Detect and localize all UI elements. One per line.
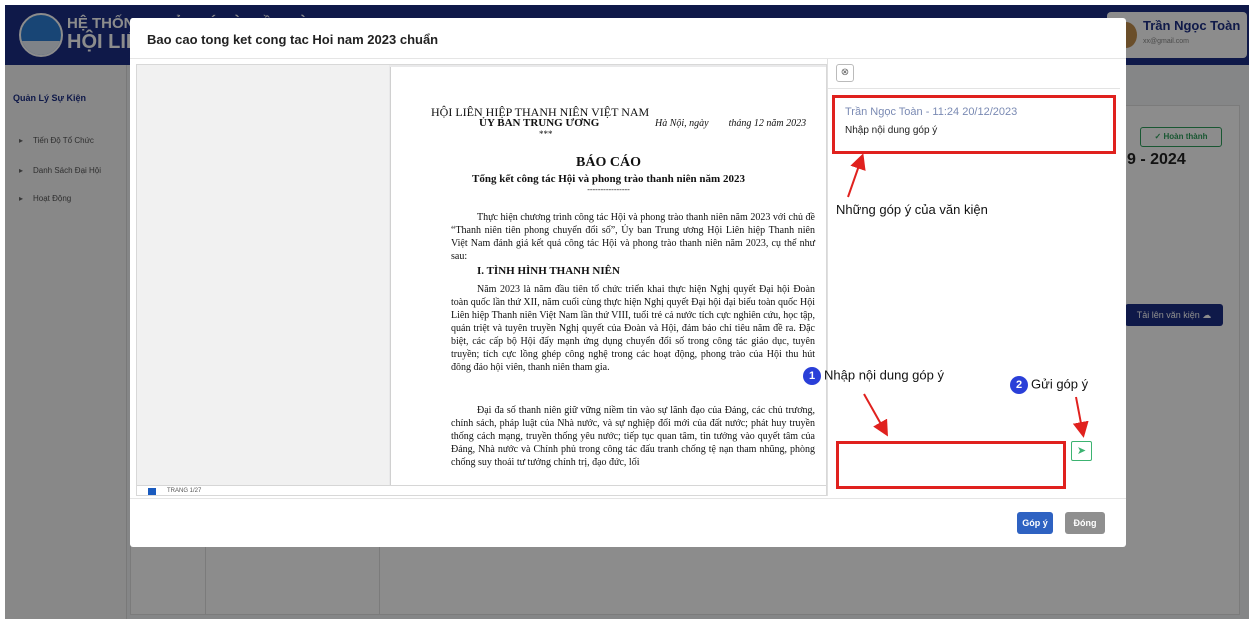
annotation-comments-note: Những góp ý của văn kiện xyxy=(836,202,988,217)
doc-heading-1: I. TÌNH HÌNH THANH NIÊN xyxy=(477,265,620,277)
comments-panel: ⊗ Trần Ngọc Toàn - 11:24 20/12/2023 Nhập… xyxy=(827,59,1120,496)
annotation-step2: 2 Gửi góp ý xyxy=(1010,376,1088,394)
step1-badge: 1 xyxy=(803,367,821,385)
doc-title: BÁO CÁO xyxy=(576,155,641,170)
divider xyxy=(130,498,1126,499)
comment-modal: Bao cao tong ket cong tac Hoi nam 2023 c… xyxy=(130,18,1126,547)
doc-org-line2: ỦY BAN TRUNG ƯƠNG xyxy=(479,117,600,129)
submit-comment-button[interactable]: Góp ý xyxy=(1017,512,1053,534)
comment-author-time: Trần Ngọc Toàn - 11:24 20/12/2023 xyxy=(845,106,1018,118)
doc-paragraph-1: Thực hiện chương trình công tác Hội và p… xyxy=(451,212,815,262)
viewer-footer: TRANG 1/27 xyxy=(137,485,826,495)
doc-stars: *** xyxy=(539,129,553,139)
document-viewer[interactable]: HỘI LIÊN HIỆP THANH NIÊN VIỆT NAM ỦY BAN… xyxy=(136,64,827,496)
comment-text: Nhập nội dung góp ý xyxy=(845,125,938,136)
doc-paragraph-3: Đại đa số thanh niên giữ vững niềm tin v… xyxy=(451,405,815,468)
page-indicator: TRANG 1/27 xyxy=(167,488,202,494)
divider xyxy=(828,88,1120,89)
doc-subtitle: Tổng kết công tác Hội và phong trào than… xyxy=(472,173,745,185)
doc-divider: ---------------- xyxy=(587,185,630,194)
comment-item: Trần Ngọc Toàn - 11:24 20/12/2023 Nhập n… xyxy=(832,95,1116,154)
send-icon: ➤ xyxy=(1076,445,1087,457)
close-panel-icon[interactable]: ⊗ xyxy=(836,64,854,82)
modal-title: Bao cao tong ket cong tac Hoi nam 2023 c… xyxy=(147,32,439,47)
doc-paragraph-2: Năm 2023 là năm đầu tiên tổ chức triển k… xyxy=(451,284,815,373)
annotation-step1: 1 Nhập nội dung góp ý xyxy=(803,367,944,385)
document-icon xyxy=(148,488,156,495)
step1-text: Nhập nội dung góp ý xyxy=(824,367,944,383)
comment-input[interactable] xyxy=(836,441,1066,489)
step2-text: Gửi góp ý xyxy=(1031,376,1089,392)
viewer-margin xyxy=(137,65,389,495)
step2-badge: 2 xyxy=(1010,376,1028,394)
doc-date: Hà Nội, ngày tháng 12 năm 2023 xyxy=(655,118,807,129)
close-button[interactable]: Đóng xyxy=(1065,512,1105,534)
document-page: HỘI LIÊN HIỆP THANH NIÊN VIỆT NAM ỦY BAN… xyxy=(390,67,826,492)
send-comment-button[interactable]: ➤ xyxy=(1071,441,1092,461)
